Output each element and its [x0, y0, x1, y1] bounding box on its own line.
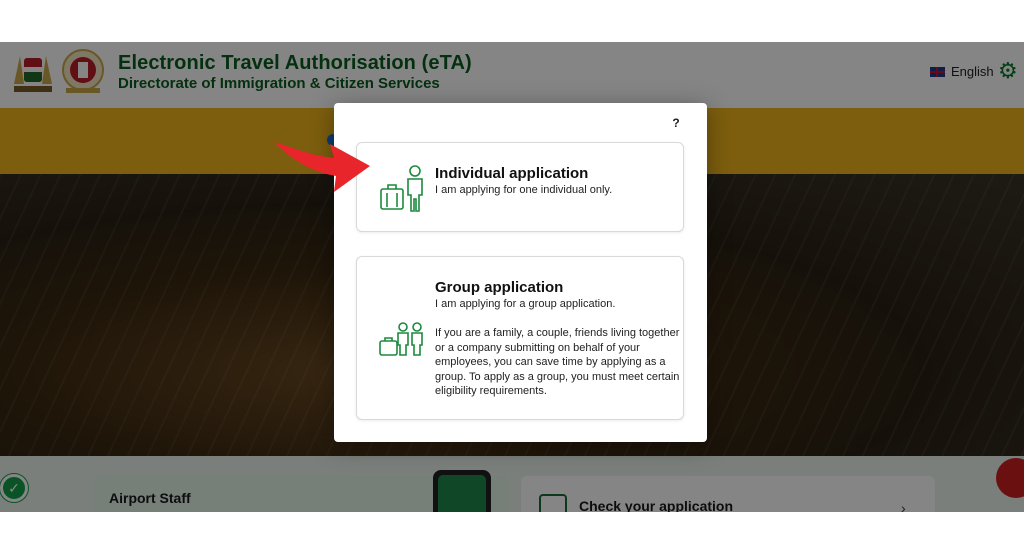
help-icon[interactable]: ?: [667, 114, 685, 132]
individual-application-option[interactable]: Individual application I am applying for…: [356, 142, 684, 232]
group-application-title: Group application: [435, 279, 564, 296]
group-application-option[interactable]: Group application I am applying for a gr…: [356, 256, 684, 420]
individual-application-description: I am applying for one individual only.: [435, 184, 613, 196]
group-application-details: If you are a family, a couple, friends l…: [435, 327, 680, 398]
individual-traveler-icon: [380, 165, 423, 212]
group-application-description: I am applying for a group application.: [435, 298, 616, 310]
annotation-arrow-icon: [274, 142, 370, 192]
individual-application-title: Individual application: [435, 165, 589, 182]
group-travelers-icon: [379, 322, 423, 356]
